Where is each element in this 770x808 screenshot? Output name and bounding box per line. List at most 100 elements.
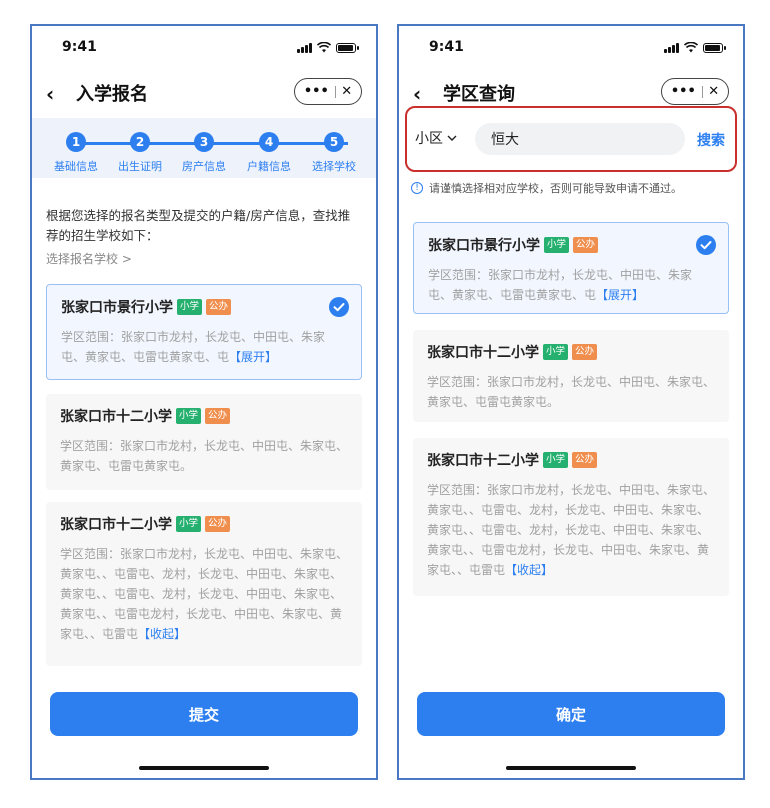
school-title: 张家口市十二小学 小学 公办 bbox=[60, 406, 348, 426]
signal-icon bbox=[297, 43, 312, 53]
home-indicator bbox=[506, 766, 636, 770]
school-district: 学区范围：张家口市龙村，长龙屯、中田屯、朱家屯、黄家屯、、屯雷屯、龙村，长龙屯、… bbox=[427, 480, 715, 580]
step-number: 4 bbox=[259, 132, 279, 152]
page-title: 学区查询 bbox=[443, 84, 515, 105]
back-arrow-icon[interactable]: ‹ bbox=[413, 82, 421, 106]
expand-link[interactable]: 【展开】 bbox=[229, 350, 277, 364]
collapse-link[interactable]: 【收起】 bbox=[138, 627, 186, 641]
level-badge: 小学 bbox=[176, 516, 202, 532]
close-icon[interactable]: ✕ bbox=[341, 84, 352, 99]
capsule-divider bbox=[701, 85, 703, 98]
district-text: 学区范围：张家口市龙村，长龙屯、中田屯、朱家屯、黄家屯、屯雷屯黄家屯。 bbox=[60, 439, 349, 473]
check-icon bbox=[696, 235, 716, 255]
battery-icon bbox=[703, 43, 726, 53]
school-card[interactable]: 张家口市景行小学 小学 公办 学区范围：张家口市龙村，长龙屯、中田屯、朱家屯、黄… bbox=[46, 284, 362, 380]
step-label: 房产信息 bbox=[182, 160, 226, 173]
school-name: 张家口市十二小学 bbox=[60, 517, 172, 533]
chevron-down-icon bbox=[447, 135, 457, 141]
school-district: 学区范围：张家口市龙村，长龙屯、中田屯、朱家屯、黄家屯、屯雷屯黄家屯。 bbox=[427, 372, 715, 412]
back-arrow-icon[interactable]: ‹ bbox=[46, 82, 54, 106]
level-badge: 小学 bbox=[544, 237, 570, 253]
collapse-link[interactable]: 【收起】 bbox=[505, 563, 553, 577]
warning-tip: ! 请谨慎选择相对应学校，否则可能导致申请不通过。 bbox=[411, 180, 733, 196]
school-name: 张家口市景行小学 bbox=[61, 300, 173, 316]
expand-link[interactable]: 【展开】 bbox=[596, 288, 644, 302]
school-title: 张家口市十二小学 小学 公办 bbox=[427, 342, 715, 362]
school-district: 学区范围：张家口市龙村，长龙屯、中田屯、朱家屯、黄家屯、屯雷屯黄家屯。 bbox=[60, 436, 348, 476]
submit-button[interactable]: 提交 bbox=[50, 692, 358, 736]
step-number: 1 bbox=[66, 132, 86, 152]
search-button[interactable]: 搜索 bbox=[697, 130, 725, 150]
choose-school-link[interactable]: 选择报名学校 > bbox=[46, 250, 132, 267]
step-label: 出生证明 bbox=[118, 160, 162, 173]
mini-program-capsule[interactable]: ••• ✕ bbox=[661, 78, 729, 105]
district-text: 学区范围：张家口市龙村，长龙屯、中田屯、朱家屯、黄家屯、屯雷屯黄家屯、屯 bbox=[61, 330, 326, 364]
school-title: 张家口市十二小学 小学 公办 bbox=[427, 450, 715, 470]
page-title: 入学报名 bbox=[76, 84, 148, 105]
school-card[interactable]: 张家口市十二小学 小学 公办 学区范围：张家口市龙村，长龙屯、中田屯、朱家屯、黄… bbox=[46, 394, 362, 490]
district-text: 学区范围：张家口市龙村，长龙屯、中田屯、朱家屯、黄家屯、屯雷屯黄家屯、屯 bbox=[428, 268, 693, 302]
battery-icon bbox=[336, 43, 359, 53]
level-badge: 小学 bbox=[543, 452, 569, 468]
type-badge: 公办 bbox=[205, 408, 231, 424]
intro-text: 根据您选择的报名类型及提交的户籍/房产信息，查找推荐的招生学校如下： bbox=[46, 208, 351, 243]
status-time: 9:41 bbox=[62, 39, 97, 55]
step-household-info: 4 户籍信息 bbox=[234, 132, 304, 174]
school-title: 张家口市景行小学 小学 公办 bbox=[428, 235, 714, 255]
step-label: 户籍信息 bbox=[247, 160, 291, 173]
school-name: 张家口市景行小学 bbox=[428, 238, 540, 254]
step-number: 3 bbox=[194, 132, 214, 152]
school-card[interactable]: 张家口市十二小学 小学 公办 学区范围：张家口市龙村，长龙屯、中田屯、朱家屯、黄… bbox=[413, 330, 729, 422]
signal-icon bbox=[664, 43, 679, 53]
search-type-select[interactable]: 小区 bbox=[415, 128, 457, 148]
step-label: 基础信息 bbox=[54, 160, 98, 173]
wifi-icon bbox=[317, 42, 331, 53]
district-text: 学区范围：张家口市龙村，长龙屯、中田屯、朱家屯、黄家屯、屯雷屯黄家屯。 bbox=[427, 375, 716, 409]
type-badge: 公办 bbox=[573, 237, 599, 253]
school-district: 学区范围：张家口市龙村，长龙屯、中田屯、朱家屯、黄家屯、、屯雷屯、龙村，长龙屯、… bbox=[60, 544, 348, 644]
warning-text: 请谨慎选择相对应学校，否则可能导致申请不通过。 bbox=[429, 182, 682, 195]
capsule-divider bbox=[334, 85, 336, 98]
district-text: 学区范围：张家口市龙村，长龙屯、中田屯、朱家屯、黄家屯、、屯雷屯、龙村，长龙屯、… bbox=[427, 483, 716, 577]
wifi-icon bbox=[684, 42, 698, 53]
phone-screen-district-search: 9:41 ‹ 学区查询 ••• ✕ 小区 搜索 ! 请谨慎选择相对应学校，否则可… bbox=[397, 24, 745, 780]
progress-stepper: 1 基础信息 2 出生证明 3 房产信息 4 户籍信息 5 选择学校 bbox=[32, 118, 376, 178]
level-badge: 小学 bbox=[543, 344, 569, 360]
nav-bar: ‹ 入学报名 ••• ✕ bbox=[32, 74, 376, 112]
school-district: 学区范围：张家口市龙村，长龙屯、中田屯、朱家屯、黄家屯、屯雷屯黄家屯、屯【展开】 bbox=[61, 327, 347, 367]
confirm-button[interactable]: 确定 bbox=[417, 692, 725, 736]
school-card[interactable]: 张家口市十二小学 小学 公办 学区范围：张家口市龙村，长龙屯、中田屯、朱家屯、黄… bbox=[413, 438, 729, 596]
school-card[interactable]: 张家口市十二小学 小学 公办 学区范围：张家口市龙村，长龙屯、中田屯、朱家屯、黄… bbox=[46, 502, 362, 666]
step-choose-school: 5 选择学校 bbox=[299, 132, 369, 174]
type-badge: 公办 bbox=[572, 344, 598, 360]
level-badge: 小学 bbox=[177, 299, 203, 315]
district-text: 学区范围：张家口市龙村，长龙屯、中田屯、朱家屯、黄家屯、、屯雷屯、龙村，长龙屯、… bbox=[60, 547, 349, 641]
search-type-label: 小区 bbox=[415, 131, 443, 147]
step-label: 选择学校 bbox=[312, 160, 356, 173]
more-icon[interactable]: ••• bbox=[671, 84, 696, 99]
school-district: 学区范围：张家口市龙村，长龙屯、中田屯、朱家屯、黄家屯、屯雷屯黄家屯、屯【展开】 bbox=[428, 265, 714, 305]
step-birth-cert: 2 出生证明 bbox=[105, 132, 175, 174]
mini-program-capsule[interactable]: ••• ✕ bbox=[294, 78, 362, 105]
type-badge: 公办 bbox=[572, 452, 598, 468]
status-icons bbox=[297, 42, 359, 53]
school-title: 张家口市景行小学 小学 公办 bbox=[61, 297, 347, 317]
search-area-highlight: 小区 搜索 bbox=[405, 106, 737, 172]
step-number: 5 bbox=[324, 132, 344, 152]
type-badge: 公办 bbox=[206, 299, 232, 315]
search-input[interactable] bbox=[475, 123, 685, 155]
step-property-info: 3 房产信息 bbox=[169, 132, 239, 174]
status-time: 9:41 bbox=[429, 39, 464, 55]
school-title: 张家口市十二小学 小学 公办 bbox=[60, 514, 348, 534]
status-icons bbox=[664, 42, 726, 53]
status-bar: 9:41 bbox=[32, 26, 376, 70]
type-badge: 公办 bbox=[205, 516, 231, 532]
check-icon bbox=[329, 297, 349, 317]
more-icon[interactable]: ••• bbox=[304, 84, 329, 99]
school-name: 张家口市十二小学 bbox=[60, 409, 172, 425]
close-icon[interactable]: ✕ bbox=[708, 84, 719, 99]
school-name: 张家口市十二小学 bbox=[427, 345, 539, 361]
school-card[interactable]: 张家口市景行小学 小学 公办 学区范围：张家口市龙村，长龙屯、中田屯、朱家屯、黄… bbox=[413, 222, 729, 314]
step-number: 2 bbox=[130, 132, 150, 152]
level-badge: 小学 bbox=[176, 408, 202, 424]
